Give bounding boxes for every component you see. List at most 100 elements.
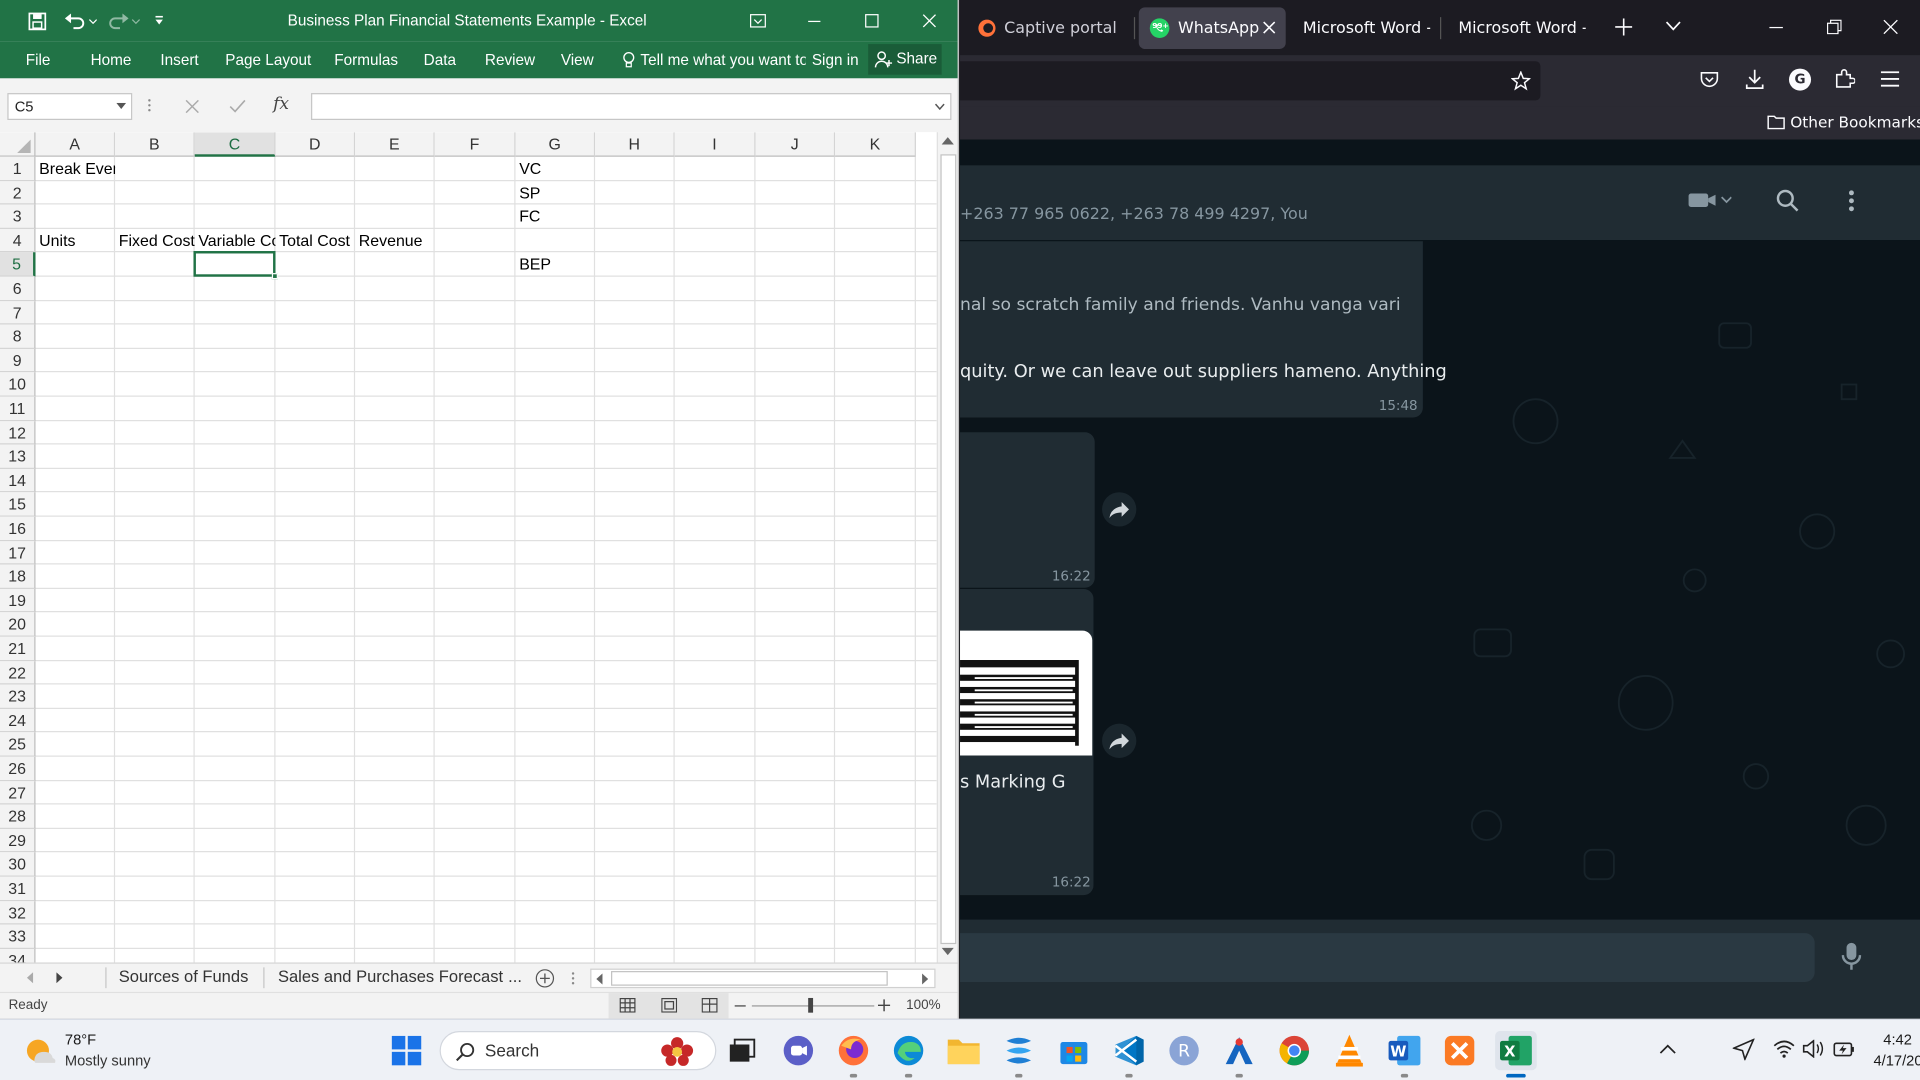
video-call-icon[interactable] bbox=[1687, 190, 1732, 210]
edge-icon[interactable] bbox=[889, 1031, 928, 1078]
browser-tab-whatsapp[interactable]: 99+ WhatsApp bbox=[1138, 7, 1286, 49]
enter-check-icon[interactable] bbox=[228, 98, 248, 115]
cell-c4[interactable]: Variable Cost bbox=[195, 229, 275, 252]
tab-page-layout[interactable]: Page Layout bbox=[225, 48, 311, 72]
browser-tab-captive-portal[interactable]: Captive portal bbox=[977, 7, 1124, 49]
browser-tab-word-1[interactable]: Microsoft Word - Business bbox=[1303, 7, 1430, 49]
tab-view[interactable]: View bbox=[561, 48, 594, 72]
column-header-c[interactable]: C bbox=[194, 132, 276, 157]
tab-split-handle-icon[interactable] bbox=[571, 971, 576, 986]
row-header-10[interactable]: 10 bbox=[0, 372, 36, 397]
row-header-17[interactable]: 17 bbox=[0, 540, 36, 565]
sheet-tab-sales-and-purchases-forecast[interactable]: Sales and Purchases Forecast bbox=[278, 965, 503, 989]
tab-file[interactable]: File bbox=[26, 48, 51, 72]
pocket-icon[interactable] bbox=[1700, 71, 1720, 89]
row-header-3[interactable]: 3 bbox=[0, 204, 36, 229]
row-header-19[interactable]: 19 bbox=[0, 588, 36, 613]
row-header-25[interactable]: 25 bbox=[0, 732, 36, 757]
microsoft-store-icon[interactable] bbox=[1054, 1031, 1093, 1070]
fill-handle[interactable] bbox=[271, 273, 278, 280]
zoom-level[interactable]: 100% bbox=[906, 998, 940, 1013]
share-button[interactable]: Share bbox=[868, 44, 942, 75]
document-thumbnail[interactable] bbox=[960, 630, 1093, 756]
browser-tab-word-2[interactable]: Microsoft Word - Business bbox=[1458, 7, 1585, 49]
sheet-prev-icon[interactable] bbox=[26, 972, 34, 984]
save-icon[interactable] bbox=[24, 10, 48, 32]
message-input[interactable] bbox=[960, 933, 1815, 983]
row-header-1[interactable]: 1 bbox=[0, 156, 36, 181]
vscode-icon[interactable] bbox=[1109, 1031, 1148, 1078]
zoom-out-icon[interactable] bbox=[734, 1005, 746, 1007]
word-icon[interactable]: W bbox=[1385, 1031, 1424, 1078]
chrome-icon[interactable] bbox=[1275, 1031, 1314, 1070]
app-a-icon[interactable] bbox=[1220, 1031, 1259, 1078]
snipping-tool-icon[interactable] bbox=[999, 1031, 1038, 1078]
row-header-22[interactable]: 22 bbox=[0, 660, 36, 685]
vertical-scroll-thumb[interactable] bbox=[940, 154, 957, 945]
row-header-16[interactable]: 16 bbox=[0, 516, 36, 541]
forward-icon[interactable] bbox=[1102, 723, 1137, 758]
row-header-14[interactable]: 14 bbox=[0, 468, 36, 493]
r-language-icon[interactable]: R bbox=[1164, 1031, 1203, 1070]
select-all-corner[interactable] bbox=[0, 132, 36, 157]
row-header-6[interactable]: 6 bbox=[0, 276, 36, 301]
name-box[interactable]: C5 bbox=[7, 93, 133, 121]
scroll-up-icon[interactable] bbox=[941, 137, 954, 146]
weather-sun-icon[interactable] bbox=[24, 1035, 56, 1067]
url-bar[interactable] bbox=[960, 61, 1541, 101]
insert-function-icon[interactable]: fx bbox=[273, 94, 289, 114]
minimize-icon[interactable] bbox=[1769, 26, 1783, 29]
location-arrow-icon[interactable] bbox=[1732, 1038, 1755, 1061]
other-bookmarks-folder[interactable]: Other Bookmarks bbox=[1767, 113, 1920, 131]
scroll-left-icon[interactable] bbox=[596, 973, 603, 985]
row-header-29[interactable]: 29 bbox=[0, 828, 36, 853]
column-header-h[interactable]: H bbox=[595, 132, 675, 157]
column-header-g[interactable]: G bbox=[515, 132, 596, 157]
sheet-tab-sources-of-funds[interactable]: Sources of Funds bbox=[119, 965, 249, 989]
cell-g5[interactable]: BEP bbox=[516, 253, 551, 276]
column-header-a[interactable]: A bbox=[35, 132, 116, 157]
scroll-down-icon[interactable] bbox=[941, 947, 954, 957]
tab-formulas[interactable]: Formulas bbox=[334, 48, 398, 72]
cell-b4[interactable]: Fixed Cost bbox=[115, 229, 195, 252]
excel-taskbar-icon[interactable]: X bbox=[1495, 1031, 1537, 1078]
ribbon-display-options-icon[interactable] bbox=[733, 5, 782, 37]
search-icon[interactable] bbox=[1776, 189, 1800, 213]
formula-input[interactable] bbox=[311, 93, 952, 121]
weather-temp[interactable]: 78°F bbox=[65, 1031, 96, 1048]
close-tab-icon[interactable] bbox=[1262, 21, 1276, 34]
zoom-slider-thumb[interactable] bbox=[808, 997, 814, 1013]
forward-icon[interactable] bbox=[1102, 492, 1137, 527]
more-sheets-ellipsis[interactable]: ... bbox=[508, 965, 522, 989]
vlc-icon[interactable] bbox=[1330, 1031, 1369, 1070]
scroll-right-icon[interactable] bbox=[922, 973, 929, 985]
downloads-icon[interactable] bbox=[1745, 69, 1765, 91]
taskbar-search-box[interactable]: Search bbox=[439, 1031, 717, 1071]
row-header-5[interactable]: 5 bbox=[0, 252, 36, 277]
undo-icon[interactable] bbox=[61, 10, 98, 32]
page-layout-view-icon[interactable] bbox=[661, 997, 678, 1013]
menu-hamburger-icon[interactable] bbox=[1880, 71, 1900, 87]
column-header-i[interactable]: I bbox=[674, 132, 756, 157]
page-break-view-icon[interactable] bbox=[701, 997, 718, 1013]
tab-review[interactable]: Review bbox=[485, 48, 535, 72]
teams-chat-icon[interactable] bbox=[779, 1031, 818, 1070]
restore-icon[interactable] bbox=[1826, 19, 1842, 35]
clock-date[interactable]: 4/17/20 bbox=[1873, 1052, 1920, 1069]
row-header-21[interactable]: 21 bbox=[0, 636, 36, 661]
row-header-26[interactable]: 26 bbox=[0, 756, 36, 781]
zoom-in-icon[interactable] bbox=[877, 999, 891, 1012]
column-header-k[interactable]: K bbox=[835, 132, 916, 157]
maximize-icon[interactable] bbox=[847, 5, 896, 37]
column-header-d[interactable]: D bbox=[275, 132, 356, 157]
tab-home[interactable]: Home bbox=[91, 48, 132, 72]
horizontal-scrollbar[interactable] bbox=[590, 968, 936, 989]
cell-a1[interactable]: Break Even bbox=[36, 157, 115, 180]
row-header-31[interactable]: 31 bbox=[0, 876, 36, 901]
row-header-20[interactable]: 20 bbox=[0, 612, 36, 637]
volume-icon[interactable] bbox=[1802, 1039, 1824, 1058]
expand-formula-icon[interactable] bbox=[934, 103, 945, 111]
row-header-23[interactable]: 23 bbox=[0, 684, 36, 709]
chat-participants[interactable]: +263 77 965 0622, +263 78 499 4297, You bbox=[960, 206, 1308, 224]
cell-d4[interactable]: Total Cost bbox=[276, 229, 350, 252]
